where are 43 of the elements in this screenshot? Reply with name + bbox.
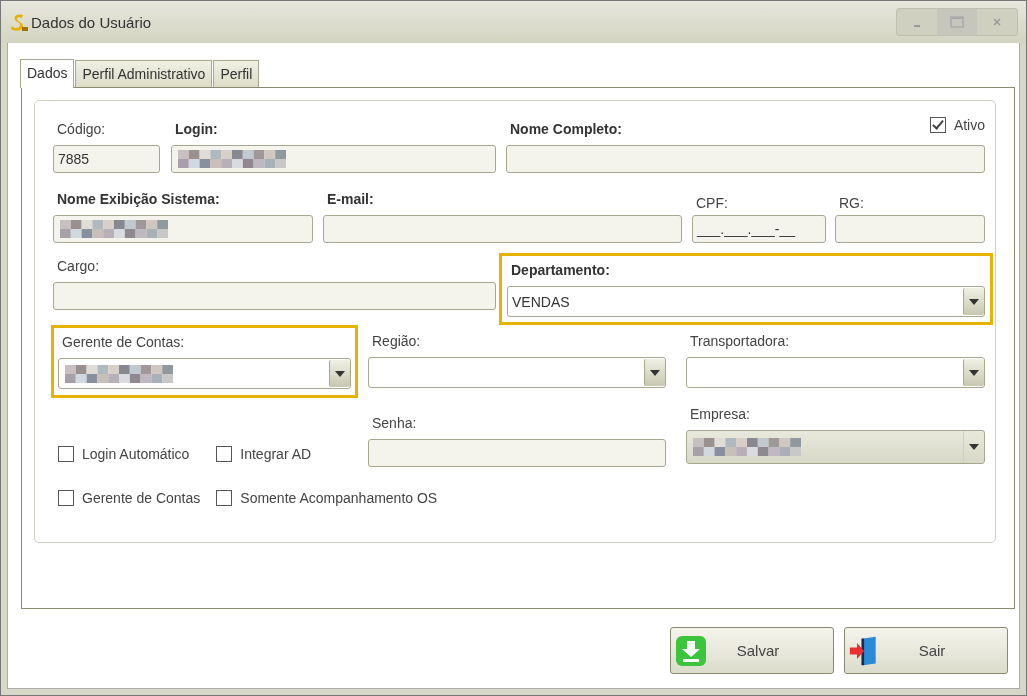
tab[interactable]: Dados [20, 59, 75, 88]
input-field[interactable]: 7885 [53, 145, 160, 173]
dropdown-field[interactable] [686, 357, 985, 388]
field-label: E-mail: [326, 190, 374, 209]
minimize-icon [914, 25, 920, 27]
field-label: Login: [174, 120, 218, 139]
field-label: Transportadora: [689, 332, 790, 351]
maximize-button[interactable] [937, 9, 977, 35]
field-label: Departamento: [510, 261, 610, 280]
input-field[interactable] [53, 282, 496, 310]
maximize-icon [950, 16, 964, 28]
tab[interactable]: Perfil Administrativo [75, 60, 213, 87]
input-field[interactable] [506, 145, 985, 173]
field-label: Empresa: [689, 405, 750, 424]
dropdown-field[interactable] [58, 358, 351, 389]
checkbox-option[interactable]: Somente Acompanhamento OS [216, 490, 438, 506]
input-field[interactable] [835, 215, 985, 243]
app-logo-icon [9, 12, 29, 32]
field-label: Cargo: [56, 257, 100, 276]
field-label: Código: [56, 120, 106, 139]
field-label: Gerente de Contas: [61, 333, 185, 352]
input-field[interactable]: ___.___.___-__ [692, 215, 826, 243]
field-label: CPF: [695, 194, 728, 213]
field-label: Nome Exibição Sistema: [56, 190, 220, 209]
tab[interactable]: Perfil [213, 60, 260, 87]
input-field[interactable] [171, 145, 496, 173]
field-label: Senha: [371, 414, 417, 433]
dropdown-field[interactable]: VENDAS [507, 286, 985, 317]
field-label: Nome Completo: [509, 120, 622, 139]
field-label: RG: [838, 194, 864, 213]
dropdown-field[interactable] [368, 357, 666, 388]
input-field[interactable] [323, 215, 682, 243]
save-button[interactable]: Salvar [670, 627, 834, 674]
checkbox-option[interactable]: Gerente de Contas [58, 490, 201, 506]
input-field[interactable] [368, 439, 666, 467]
checkbox-option[interactable]: Login Automático [58, 446, 201, 462]
checkbox-option[interactable]: Integrar AD [216, 446, 438, 462]
close-icon [992, 17, 1002, 27]
ativo-checkbox[interactable]: Ativo [929, 113, 985, 137]
exit-button[interactable]: Sair [844, 627, 1008, 674]
input-field[interactable] [53, 215, 313, 243]
window-title: Dados do Usuário [31, 13, 152, 31]
field-label: Região: [371, 332, 421, 351]
